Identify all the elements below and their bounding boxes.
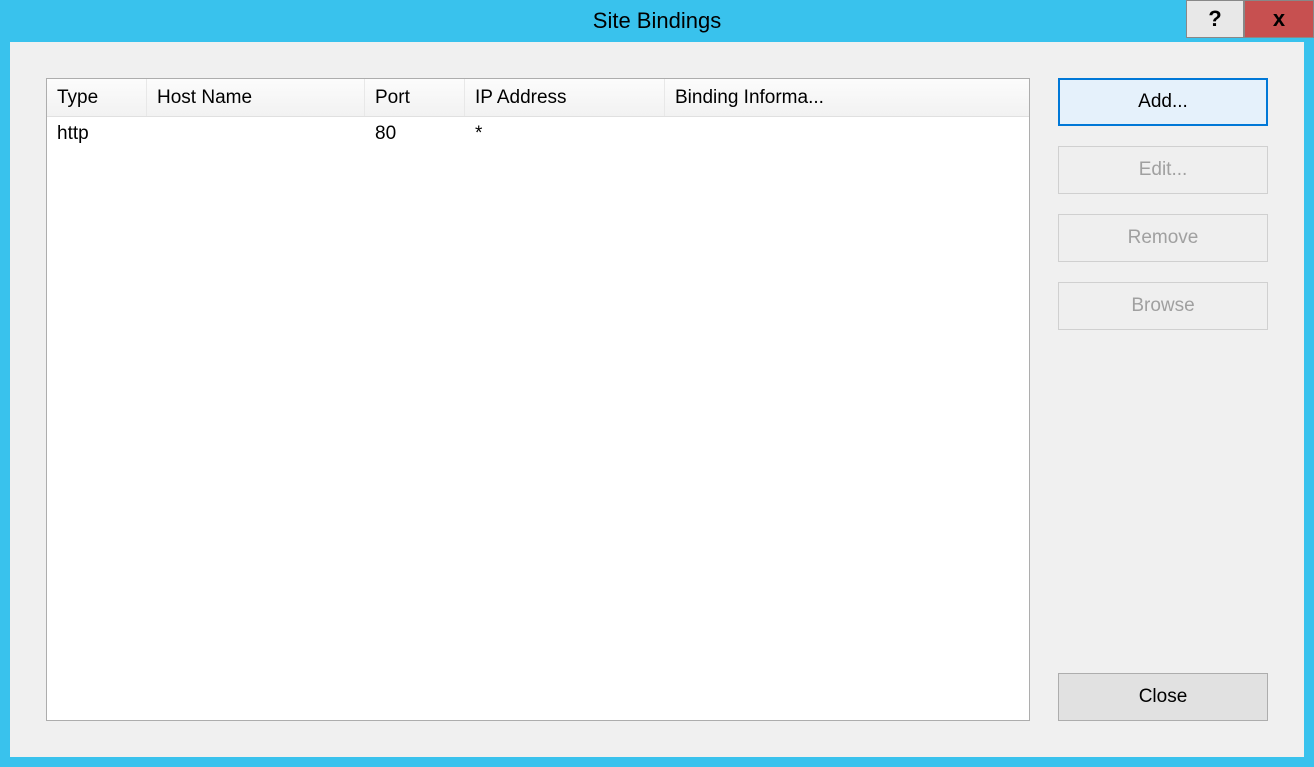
col-port-header[interactable]: Port [365, 79, 465, 116]
cell-type: http [47, 123, 147, 145]
side-buttons: Add... Edit... Remove Browse Close [1058, 78, 1268, 721]
table-header: Type Host Name Port IP Address Binding I… [47, 79, 1029, 117]
bindings-table[interactable]: Type Host Name Port IP Address Binding I… [46, 78, 1030, 721]
titlebar[interactable]: Site Bindings ? x [0, 0, 1314, 42]
window-close-button[interactable]: x [1244, 0, 1314, 38]
window-title: Site Bindings [0, 8, 1314, 34]
add-button[interactable]: Add... [1058, 78, 1268, 126]
cell-ip: * [465, 123, 665, 145]
dialog-window: Site Bindings ? x Type Host Name Port IP… [0, 0, 1314, 767]
spacer [1058, 350, 1268, 653]
col-type-header[interactable]: Type [47, 79, 147, 116]
col-host-header[interactable]: Host Name [147, 79, 365, 116]
client-area: Type Host Name Port IP Address Binding I… [10, 42, 1304, 757]
close-button[interactable]: Close [1058, 673, 1268, 721]
col-binding-header[interactable]: Binding Informa... [665, 79, 875, 116]
help-button[interactable]: ? [1186, 0, 1244, 38]
col-ip-header[interactable]: IP Address [465, 79, 665, 116]
help-icon: ? [1208, 6, 1221, 32]
table-row[interactable]: http 80 * [47, 117, 1029, 151]
browse-button: Browse [1058, 282, 1268, 330]
edit-button: Edit... [1058, 146, 1268, 194]
cell-port: 80 [365, 123, 465, 145]
remove-button: Remove [1058, 214, 1268, 262]
titlebar-controls: ? x [1186, 0, 1314, 38]
close-icon: x [1273, 6, 1285, 32]
table-body: http 80 * [47, 117, 1029, 720]
